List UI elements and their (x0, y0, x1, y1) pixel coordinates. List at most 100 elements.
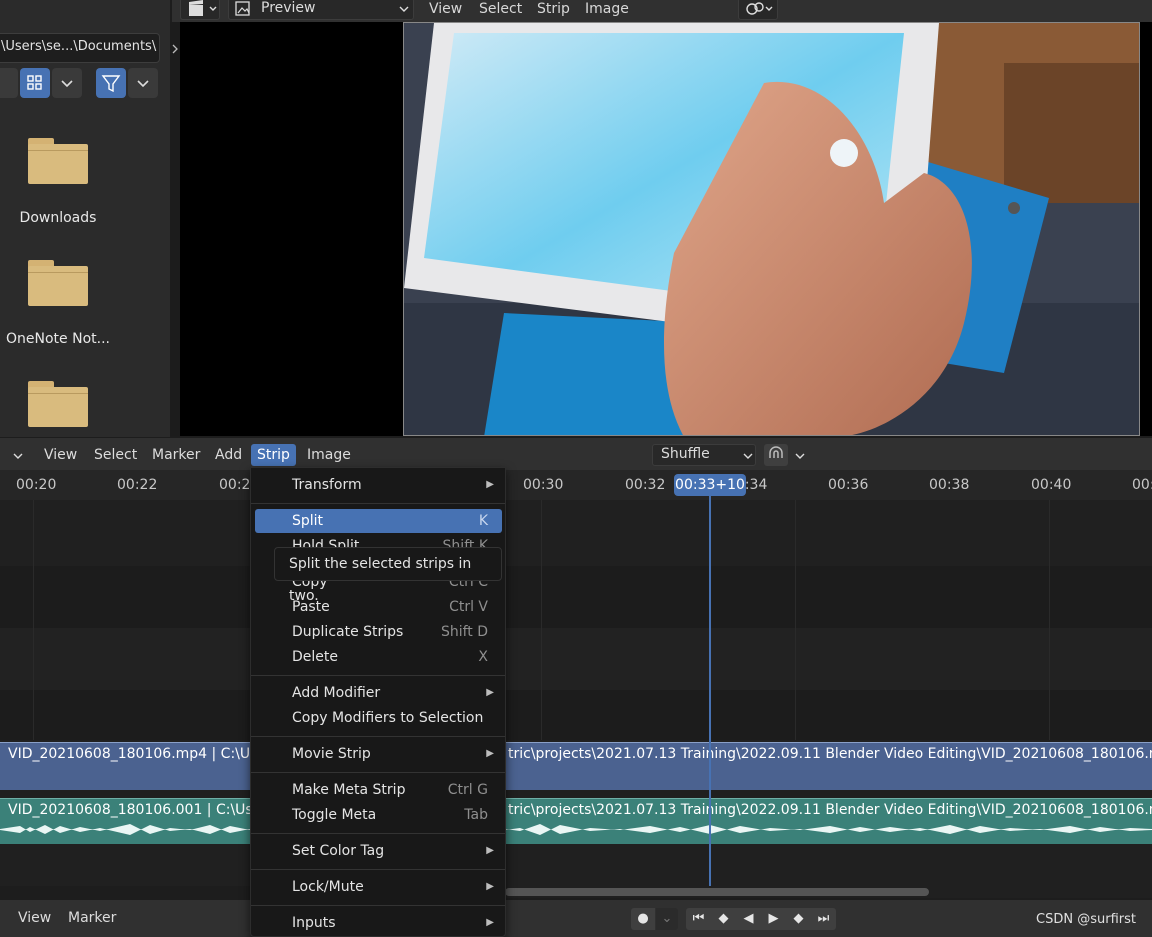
menu-item-add-modifier[interactable]: Add Modifier ▶ (255, 681, 502, 705)
menu-item-inputs[interactable]: Inputs ▶ (255, 911, 502, 935)
playhead-line[interactable] (709, 496, 711, 886)
play-reverse-button[interactable]: ◀ (736, 908, 761, 930)
chevron-right-icon (172, 44, 178, 54)
folder-icon[interactable] (28, 381, 88, 427)
shortcut-label: Tab (464, 807, 488, 823)
jump-end-icon: ⏭ (817, 911, 830, 926)
footer-menu-marker[interactable]: Marker (68, 910, 116, 926)
submenu-arrow-icon: ▶ (486, 881, 494, 892)
menu-item-transform[interactable]: Transform ▶ (255, 473, 502, 497)
horizontal-scrollbar[interactable] (505, 886, 1152, 898)
link-icon (746, 2, 773, 15)
view-type-dropdown[interactable]: Preview (228, 0, 414, 20)
menu-separator (251, 736, 505, 737)
menu-item-copy-modifiers[interactable]: Copy Modifiers to Selection (255, 706, 502, 730)
folder-icon[interactable] (28, 260, 88, 306)
time-tick: 00:22 (117, 477, 158, 493)
menu-item-toggle-meta[interactable]: Toggle Meta Tab (255, 803, 502, 827)
preview-menu-image[interactable]: Image (585, 0, 629, 22)
seq-menu-strip[interactable]: Strip (251, 444, 296, 466)
seq-menu-marker[interactable]: Marker (146, 444, 206, 466)
movie-strip[interactable]: VID_20210608_180106.mp4 | C:\Users tric\… (0, 742, 1152, 790)
scrollbar-thumb[interactable] (505, 888, 929, 896)
next-keyframe-button[interactable]: ◆ (786, 908, 811, 930)
menu-item-delete[interactable]: Delete X (255, 645, 502, 669)
menu-item-make-meta-strip[interactable]: Make Meta Strip Ctrl G (255, 778, 502, 802)
chevron-down-icon (743, 453, 753, 459)
menu-separator (251, 772, 505, 773)
directory-path-field[interactable]: \Users\se...\Documents\ (0, 33, 160, 63)
sound-strip-label: tric\projects\2021.07.13 Training\2022.0… (508, 802, 1152, 818)
filter-dropdown[interactable] (128, 68, 158, 98)
menu-item-label: Delete (292, 649, 338, 665)
play-button[interactable]: ▶ (761, 908, 786, 930)
current-frame-indicator[interactable]: 00:33+10 (674, 474, 746, 496)
menu-item-label: Set Color Tag (292, 843, 385, 859)
time-tick: 00:20 (16, 477, 57, 493)
filter-icon (101, 75, 121, 93)
sound-strip[interactable]: VID_20210608_180106.001 | C:\Users tric\… (0, 798, 1152, 844)
keying-dropdown[interactable]: ⌄ (656, 908, 678, 930)
seq-menu-add[interactable]: Add (209, 444, 248, 466)
menu-item-duplicate-strips[interactable]: Duplicate Strips Shift D (255, 620, 502, 644)
thumbnail-view-button[interactable] (20, 68, 50, 98)
overlap-mode-dropdown[interactable]: Shuffle (652, 444, 756, 466)
gridline (541, 500, 542, 740)
menu-item-set-color-tag[interactable]: Set Color Tag ▶ (255, 839, 502, 863)
movie-strip-label: tric\projects\2021.07.13 Training\2022.0… (508, 746, 1152, 762)
editor-type-selector[interactable] (180, 0, 220, 20)
submenu-arrow-icon: ▶ (486, 917, 494, 928)
chevron-down-icon[interactable] (8, 448, 28, 464)
video-preview-frame (403, 22, 1140, 436)
filter-toggle-button[interactable] (96, 68, 126, 98)
menu-separator (251, 905, 505, 906)
prev-keyframe-button[interactable]: ◆ (711, 908, 736, 930)
footer-menu-view[interactable]: View (18, 910, 51, 926)
movie-strip-label: VID_20210608_180106.mp4 | C:\Users (8, 746, 280, 762)
folder-icon[interactable] (28, 138, 88, 184)
time-tick: 00:38 (929, 477, 970, 493)
file-browser-panel: \Users\se...\Documents\ Downloads OneNot… (0, 0, 170, 437)
preview-menu-view[interactable]: View (429, 0, 462, 22)
time-tick: 00:40 (1031, 477, 1072, 493)
gridline (33, 500, 34, 740)
record-button[interactable]: ● (631, 908, 655, 930)
menu-item-split[interactable]: Split K (255, 509, 502, 533)
jump-end-button[interactable]: ⏭ (811, 908, 836, 930)
grid-icon (27, 75, 42, 90)
timeline-footer (0, 900, 1152, 937)
preview-menu-strip[interactable]: Strip (537, 0, 570, 22)
image-icon (235, 1, 250, 16)
menu-separator (251, 675, 505, 676)
chevron-down-icon[interactable] (792, 448, 808, 464)
time-tick: 00:32 (625, 477, 666, 493)
snapping-toggle[interactable] (764, 444, 788, 466)
gridline (1049, 500, 1050, 740)
menu-separator (251, 503, 505, 504)
preview-menu-select[interactable]: Select (479, 0, 522, 22)
menu-item-lock-mute[interactable]: Lock/Mute ▶ (255, 875, 502, 899)
timeline-ruler[interactable] (0, 470, 1152, 500)
seq-menu-select[interactable]: Select (88, 444, 143, 466)
menu-item-label: Make Meta Strip (292, 782, 406, 798)
folder-label-downloads[interactable]: Downloads (0, 210, 116, 226)
display-size-dropdown[interactable] (52, 68, 82, 98)
play-icon: ▶ (768, 911, 779, 926)
shortcut-label: K (478, 513, 488, 529)
channel-band (0, 566, 1152, 628)
time-tick: 00:30 (523, 477, 564, 493)
folder-label-onenote[interactable]: OneNote Not... (0, 331, 116, 347)
jump-start-button[interactable]: ⏮ (686, 908, 711, 930)
seq-menu-image[interactable]: Image (301, 444, 357, 466)
submenu-arrow-icon: ▶ (486, 845, 494, 856)
menu-separator (251, 833, 505, 834)
record-icon: ● (637, 911, 649, 926)
seq-menu-view[interactable]: View (38, 444, 83, 466)
list-view-button[interactable] (0, 68, 18, 98)
prev-keyframe-icon: ◆ (718, 911, 729, 926)
menu-item-movie-strip[interactable]: Movie Strip ▶ (255, 742, 502, 766)
pivot-dropdown[interactable] (738, 0, 778, 20)
chevron-down-icon: ⌄ (661, 911, 673, 926)
toolbar-toggle[interactable] (170, 22, 180, 436)
next-keyframe-icon: ◆ (793, 911, 804, 926)
